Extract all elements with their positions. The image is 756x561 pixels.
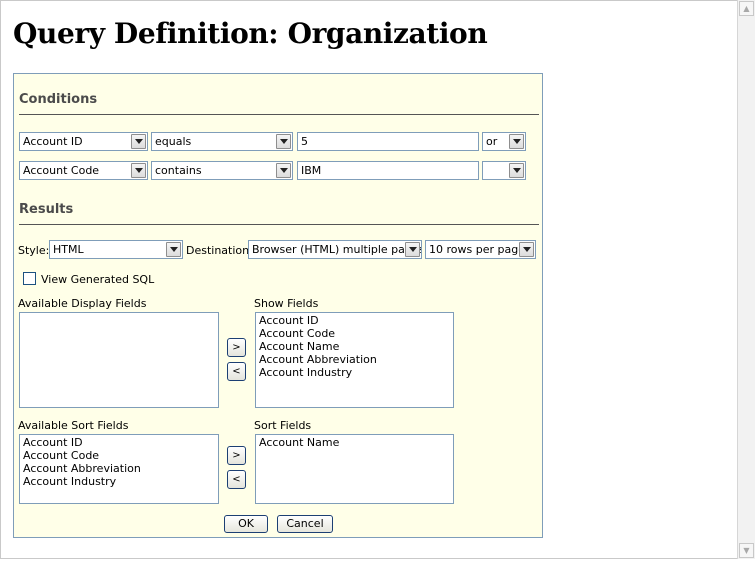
- condition-1-operator-value: equals: [155, 135, 192, 148]
- remove-sort-field-button[interactable]: <: [227, 470, 246, 489]
- remove-display-field-button[interactable]: <: [227, 362, 246, 381]
- show-fields-list[interactable]: Account ID Account Code Account Name Accoun…: [255, 312, 454, 408]
- condition-2-operator-select[interactable]: contains: [151, 161, 293, 180]
- scroll-down-icon[interactable]: ▼: [739, 543, 754, 558]
- show-fields-label: Show Fields: [254, 297, 319, 310]
- left-arrow-icon: <: [232, 474, 241, 485]
- available-display-fields-list[interactable]: [19, 312, 219, 408]
- condition-1-conjunction-value: or: [486, 135, 498, 148]
- ok-button[interactable]: OK: [224, 515, 268, 533]
- condition-1-value-input[interactable]: 5: [297, 132, 479, 151]
- rows-per-page-select[interactable]: 10 rows per page: [425, 240, 536, 259]
- condition-2-field-select[interactable]: Account Code: [19, 161, 148, 180]
- vertical-scrollbar[interactable]: ▲ ▼: [737, 0, 755, 559]
- list-item[interactable]: Account Industry: [23, 475, 215, 488]
- list-item[interactable]: Account ID: [259, 314, 450, 327]
- condition-1-conjunction-select[interactable]: or: [482, 132, 526, 151]
- available-sort-fields-label: Available Sort Fields: [18, 419, 129, 432]
- results-heading: Results: [19, 202, 74, 217]
- results-divider: [19, 224, 539, 225]
- style-label: Style:: [18, 244, 50, 257]
- condition-2-field-value: Account Code: [23, 164, 100, 177]
- chevron-down-icon[interactable]: [276, 134, 291, 149]
- style-value: HTML: [53, 243, 84, 256]
- condition-2-value-input[interactable]: IBM: [297, 161, 479, 180]
- chevron-down-icon[interactable]: [509, 134, 524, 149]
- view-sql-checkbox[interactable]: [23, 272, 36, 285]
- list-item[interactable]: Account Code: [23, 449, 215, 462]
- list-item[interactable]: Account Industry: [259, 366, 450, 379]
- conditions-divider: [19, 114, 539, 115]
- right-arrow-icon: >: [232, 342, 241, 353]
- chevron-down-icon[interactable]: [276, 163, 291, 178]
- conditions-heading: Conditions: [19, 92, 98, 107]
- cancel-button[interactable]: Cancel: [277, 515, 333, 533]
- list-item[interactable]: Account Abbreviation: [259, 353, 450, 366]
- page-viewport: Query Definition: Organization Condition…: [0, 0, 737, 559]
- view-sql-label[interactable]: View Generated SQL: [41, 273, 154, 286]
- chevron-down-icon[interactable]: [405, 242, 420, 257]
- scroll-up-icon[interactable]: ▲: [739, 1, 754, 16]
- list-item[interactable]: Account ID: [23, 436, 215, 449]
- right-arrow-icon: >: [232, 450, 241, 461]
- condition-2-operator-value: contains: [155, 164, 202, 177]
- sort-fields-label: Sort Fields: [254, 419, 312, 432]
- chevron-down-icon[interactable]: [519, 242, 534, 257]
- style-select[interactable]: HTML: [49, 240, 183, 259]
- condition-2-conjunction-select[interactable]: [482, 161, 526, 180]
- condition-1-operator-select[interactable]: equals: [151, 132, 293, 151]
- rows-per-page-value: 10 rows per page: [429, 243, 525, 256]
- add-sort-field-button[interactable]: >: [227, 446, 246, 465]
- list-item[interactable]: Account Name: [259, 340, 450, 353]
- list-item[interactable]: Account Code: [259, 327, 450, 340]
- available-sort-fields-list[interactable]: Account ID Account Code Account Abbreviati…: [19, 434, 219, 504]
- destination-value: Browser (HTML) multiple pages: [252, 243, 422, 256]
- query-form-panel: Conditions Account ID equals 5 or Accoun…: [13, 73, 543, 538]
- chevron-down-icon[interactable]: [166, 242, 181, 257]
- condition-1-field-select[interactable]: Account ID: [19, 132, 148, 151]
- sort-fields-list[interactable]: Account Name: [255, 434, 454, 504]
- page-title: Query Definition: Organization: [13, 17, 488, 50]
- add-display-field-button[interactable]: >: [227, 338, 246, 357]
- available-display-fields-label: Available Display Fields: [18, 297, 147, 310]
- destination-select[interactable]: Browser (HTML) multiple pages: [248, 240, 422, 259]
- list-item[interactable]: Account Abbreviation: [23, 462, 215, 475]
- condition-1-field-value: Account ID: [23, 135, 83, 148]
- chevron-down-icon[interactable]: [131, 163, 146, 178]
- left-arrow-icon: <: [232, 366, 241, 377]
- destination-label: Destination:: [186, 244, 253, 257]
- list-item[interactable]: Account Name: [259, 436, 450, 449]
- chevron-down-icon[interactable]: [509, 163, 524, 178]
- chevron-down-icon[interactable]: [131, 134, 146, 149]
